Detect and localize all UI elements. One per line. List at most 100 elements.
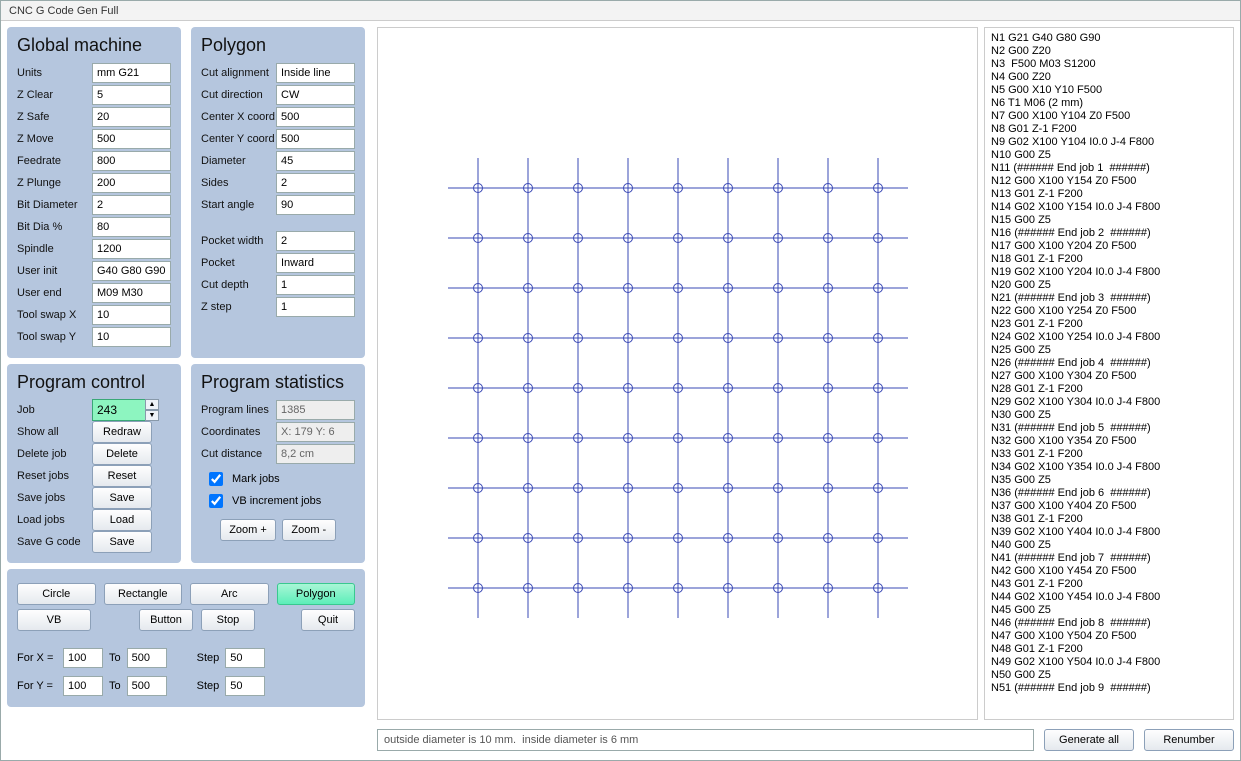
polygon-panel: Polygon Cut alignment Cut direction Center…	[191, 27, 365, 358]
action-button[interactable]: Save	[92, 487, 152, 509]
action-button[interactable]: Load	[92, 509, 152, 531]
field-input[interactable]	[276, 231, 355, 251]
renumber-button[interactable]: Renumber	[1144, 729, 1234, 751]
button-button[interactable]: Button	[139, 609, 193, 631]
field-label: User init	[17, 265, 92, 277]
field-input[interactable]	[276, 253, 355, 273]
field-input[interactable]	[276, 195, 355, 215]
zoom-in-button[interactable]: Zoom +	[220, 519, 276, 541]
field-input[interactable]	[92, 305, 171, 325]
field-label: Cut distance	[201, 448, 276, 460]
field-label: Cut direction	[201, 89, 276, 101]
field-input	[276, 444, 355, 464]
field-input[interactable]	[92, 239, 171, 259]
field-input[interactable]	[276, 107, 355, 127]
field-input	[276, 422, 355, 442]
job-spin-down[interactable]: ▼	[145, 410, 159, 421]
preview-canvas[interactable]	[377, 27, 978, 720]
stop-button[interactable]: Stop	[201, 609, 255, 631]
field-input	[276, 400, 355, 420]
lower-controls-panel: Circle Rectangle Arc Polygon VB Button S…	[7, 569, 365, 707]
field-label: Tool swap Y	[17, 331, 92, 343]
action-label: Save jobs	[17, 492, 92, 504]
for-y-label: For Y =	[17, 680, 57, 692]
field-label: Pocket width	[201, 235, 276, 247]
field-input[interactable]	[276, 275, 355, 295]
checkbox-label: Mark jobs	[232, 473, 280, 485]
polygon-button[interactable]: Polygon	[277, 583, 356, 605]
field-label: Center X coord	[201, 111, 276, 123]
action-label: Show all	[17, 426, 92, 438]
field-input[interactable]	[92, 63, 171, 83]
field-input[interactable]	[92, 283, 171, 303]
field-label: Program lines	[201, 404, 276, 416]
action-button[interactable]: Delete	[92, 443, 152, 465]
job-input[interactable]	[92, 399, 146, 421]
for-x-step-label: Step	[197, 652, 220, 664]
circle-button[interactable]: Circle	[17, 583, 96, 605]
field-input[interactable]	[92, 85, 171, 105]
field-input[interactable]	[92, 327, 171, 347]
for-x-step[interactable]	[225, 648, 265, 668]
field-input[interactable]	[276, 173, 355, 193]
field-label: Pocket	[201, 257, 276, 269]
field-input[interactable]	[276, 63, 355, 83]
job-spin-up[interactable]: ▲	[145, 399, 159, 410]
quit-button[interactable]: Quit	[301, 609, 355, 631]
action-label: Reset jobs	[17, 470, 92, 482]
for-x-to[interactable]	[127, 648, 167, 668]
field-label: Coordinates	[201, 426, 276, 438]
for-x-label: For X =	[17, 652, 57, 664]
field-input[interactable]	[92, 195, 171, 215]
for-y-from[interactable]	[63, 676, 103, 696]
field-label: Z Move	[17, 133, 92, 145]
rectangle-button[interactable]: Rectangle	[104, 583, 183, 605]
field-label: Feedrate	[17, 155, 92, 167]
field-label: Bit Diameter	[17, 199, 92, 211]
checkbox[interactable]	[209, 472, 223, 486]
status-message[interactable]	[377, 729, 1034, 751]
field-label: Units	[17, 67, 92, 79]
field-input[interactable]	[276, 129, 355, 149]
field-label: Tool swap X	[17, 309, 92, 321]
checkbox[interactable]	[209, 494, 223, 508]
for-y-to-label: To	[109, 680, 121, 692]
action-label: Delete job	[17, 448, 92, 460]
field-input[interactable]	[276, 151, 355, 171]
for-y-step[interactable]	[225, 676, 265, 696]
arc-button[interactable]: Arc	[190, 583, 269, 605]
drill-mark	[848, 558, 908, 618]
zoom-out-button[interactable]: Zoom -	[282, 519, 336, 541]
gcode-listing[interactable]: N1 G21 G40 G80 G90 N2 G00 Z20 N3 F500 M0…	[984, 27, 1234, 720]
field-input[interactable]	[92, 129, 171, 149]
field-label: Z Clear	[17, 89, 92, 101]
field-label: Bit Dia %	[17, 221, 92, 233]
action-label: Save G code	[17, 536, 92, 548]
generate-all-button[interactable]: Generate all	[1044, 729, 1134, 751]
field-label: Cut alignment	[201, 67, 276, 79]
action-button[interactable]: Redraw	[92, 421, 152, 443]
field-input[interactable]	[276, 85, 355, 105]
field-label: User end	[17, 287, 92, 299]
for-y-to[interactable]	[127, 676, 167, 696]
checkbox-label: VB increment jobs	[232, 495, 321, 507]
field-label: Sides	[201, 177, 276, 189]
action-button[interactable]: Reset	[92, 465, 152, 487]
field-input[interactable]	[276, 297, 355, 317]
polygon-title: Polygon	[201, 35, 355, 56]
field-label: Center Y coord	[201, 133, 276, 145]
global-machine-title: Global machine	[17, 35, 171, 56]
action-label: Load jobs	[17, 514, 92, 526]
field-label: Start angle	[201, 199, 276, 211]
field-input[interactable]	[92, 151, 171, 171]
field-label: Spindle	[17, 243, 92, 255]
program-control-title: Program control	[17, 372, 171, 393]
field-input[interactable]	[92, 107, 171, 127]
field-input[interactable]	[92, 173, 171, 193]
for-x-from[interactable]	[63, 648, 103, 668]
action-button[interactable]: Save	[92, 531, 152, 553]
field-label: Z step	[201, 301, 276, 313]
field-input[interactable]	[92, 217, 171, 237]
field-input[interactable]	[92, 261, 171, 281]
vb-button[interactable]: VB	[17, 609, 91, 631]
